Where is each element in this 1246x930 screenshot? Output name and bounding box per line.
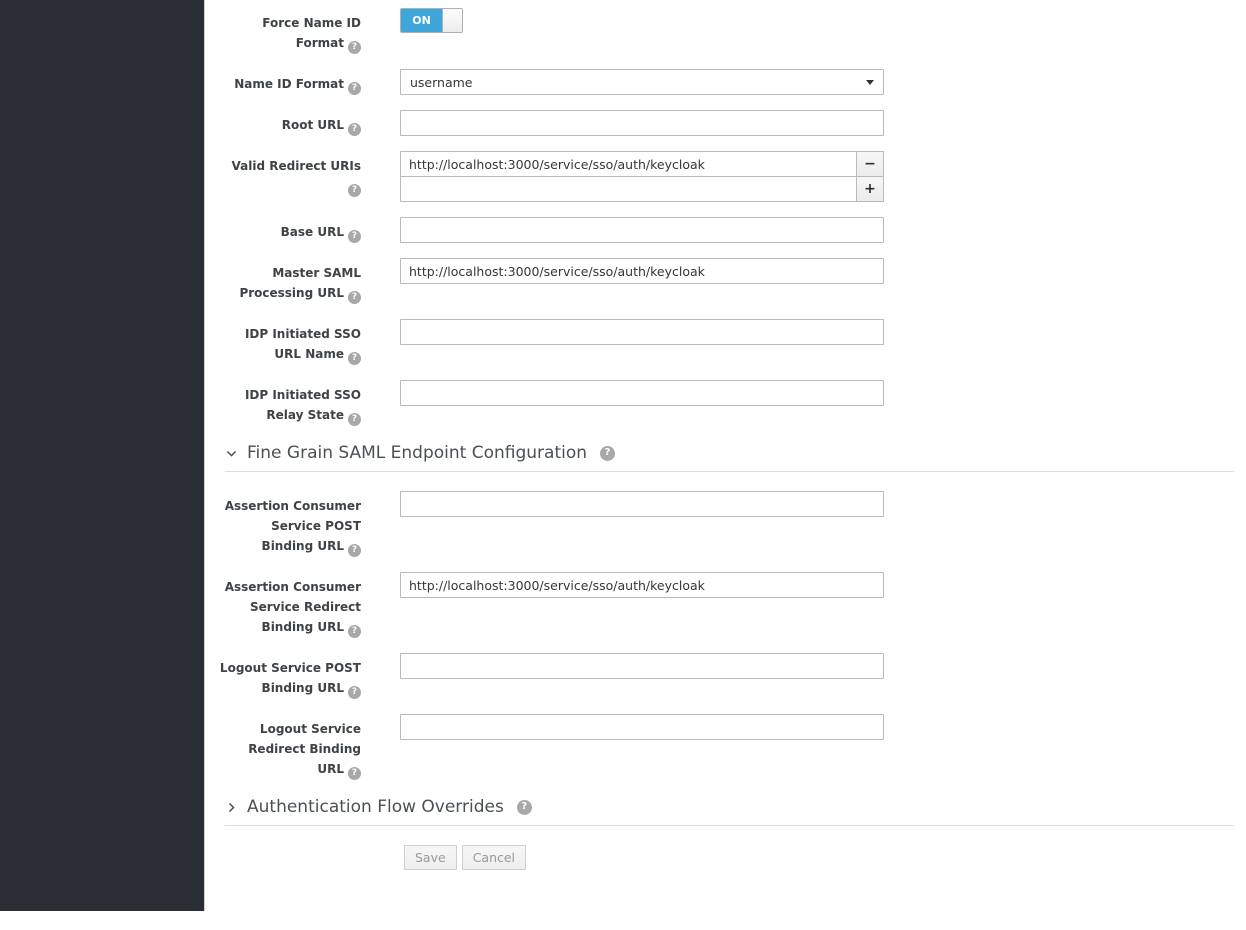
acs-post-binding-url-input[interactable]	[400, 491, 884, 517]
root-url-label: Root URL?	[219, 110, 361, 136]
section-title: Authentication Flow Overrides	[247, 795, 504, 819]
base-url-label: Base URL?	[219, 217, 361, 243]
toggle-handle	[442, 9, 462, 32]
minus-icon: −	[864, 156, 876, 172]
base-url-input[interactable]	[400, 217, 884, 243]
base-url-label-text: Base URL	[281, 225, 344, 239]
help-icon[interactable]: ?	[348, 686, 361, 699]
form-row-force-name-id-format: Force Name ID Format? ON	[219, 8, 1246, 54]
master-saml-processing-url-input[interactable]	[400, 258, 884, 284]
logout-redirect-binding-url-label-text: Logout Service Redirect Binding URL	[248, 722, 361, 776]
form-row-root-url: Root URL?	[219, 110, 1246, 136]
redirect-uri-row: +	[400, 176, 884, 202]
idp-sso-relay-state-label: IDP Initiated SSO Relay State?	[219, 380, 361, 426]
help-icon[interactable]: ?	[348, 41, 361, 54]
save-button[interactable]: Save	[404, 845, 457, 870]
idp-sso-relay-state-label-text: IDP Initiated SSO Relay State	[245, 388, 361, 422]
section-divider	[225, 825, 1234, 826]
redirect-uri-row: −	[400, 151, 884, 177]
section-header-fine-grain-saml[interactable]: Fine Grain SAML Endpoint Configuration ?	[225, 441, 1234, 465]
root-url-label-text: Root URL	[282, 118, 344, 132]
acs-redirect-binding-url-label: Assertion Consumer Service Redirect Bind…	[219, 572, 361, 638]
caret-down-icon	[866, 80, 874, 85]
form-row-acs-post-binding-url: Assertion Consumer Service POST Binding …	[219, 491, 1246, 557]
redirect-uri-input-1[interactable]	[400, 176, 857, 202]
help-icon[interactable]: ?	[348, 625, 361, 638]
form-row-idp-sso-url-name: IDP Initiated SSO URL Name?	[219, 319, 1246, 365]
acs-post-binding-url-label-text: Assertion Consumer Service POST Binding …	[225, 499, 361, 553]
section-divider	[225, 471, 1234, 472]
logout-post-binding-url-label-text: Logout Service POST Binding URL	[220, 661, 361, 695]
form-row-valid-redirect-uris: Valid Redirect URIs? − +	[219, 151, 1246, 202]
logout-post-binding-url-input[interactable]	[400, 653, 884, 679]
logout-post-binding-url-label: Logout Service POST Binding URL?	[219, 653, 361, 699]
name-id-format-select[interactable]: username	[400, 69, 884, 95]
form-row-name-id-format: Name ID Format? username	[219, 69, 1246, 95]
idp-sso-url-name-input[interactable]	[400, 319, 884, 345]
help-icon[interactable]: ?	[600, 446, 615, 461]
help-icon[interactable]: ?	[517, 800, 532, 815]
form-row-logout-post-binding-url: Logout Service POST Binding URL?	[219, 653, 1246, 699]
help-icon[interactable]: ?	[348, 544, 361, 557]
toggle-on-label: ON	[401, 9, 442, 32]
force-name-id-format-label: Force Name ID Format?	[219, 8, 361, 54]
acs-redirect-binding-url-input[interactable]	[400, 572, 884, 598]
chevron-down-icon	[225, 447, 238, 460]
add-uri-button[interactable]: +	[856, 176, 884, 202]
idp-sso-url-name-label: IDP Initiated SSO URL Name?	[219, 319, 361, 365]
section-title: Fine Grain SAML Endpoint Configuration	[247, 441, 587, 465]
form-row-logout-redirect-binding-url: Logout Service Redirect Binding URL?	[219, 714, 1246, 780]
section-header-auth-flow-overrides[interactable]: Authentication Flow Overrides ?	[225, 795, 1234, 819]
idp-sso-relay-state-input[interactable]	[400, 380, 884, 406]
form-row-base-url: Base URL?	[219, 217, 1246, 243]
client-settings-form: Force Name ID Format? ON Name ID Format?…	[206, 0, 1246, 930]
valid-redirect-uris-label-text: Valid Redirect URIs	[232, 159, 361, 173]
help-icon[interactable]: ?	[348, 767, 361, 780]
cancel-button[interactable]: Cancel	[462, 845, 526, 870]
form-row-master-saml-processing-url: Master SAML Processing URL?	[219, 258, 1246, 304]
logout-redirect-binding-url-label: Logout Service Redirect Binding URL?	[219, 714, 361, 780]
idp-sso-url-name-label-text: IDP Initiated SSO URL Name	[245, 327, 361, 361]
help-icon[interactable]: ?	[348, 184, 361, 197]
form-actions: Save Cancel	[404, 845, 1246, 870]
name-id-format-label: Name ID Format?	[219, 69, 361, 95]
force-name-id-format-label-text: Force Name ID Format	[262, 16, 361, 50]
valid-redirect-uris-label: Valid Redirect URIs?	[219, 151, 361, 197]
force-name-id-format-toggle[interactable]: ON	[400, 8, 463, 33]
form-row-idp-sso-relay-state: IDP Initiated SSO Relay State?	[219, 380, 1246, 426]
help-icon[interactable]: ?	[348, 352, 361, 365]
help-icon[interactable]: ?	[348, 123, 361, 136]
master-saml-processing-url-label: Master SAML Processing URL?	[219, 258, 361, 304]
remove-uri-button[interactable]: −	[856, 151, 884, 177]
form-row-acs-redirect-binding-url: Assertion Consumer Service Redirect Bind…	[219, 572, 1246, 638]
nav-sidebar	[0, 0, 205, 911]
plus-icon: +	[864, 181, 876, 197]
name-id-format-label-text: Name ID Format	[234, 77, 344, 91]
master-saml-processing-url-label-text: Master SAML Processing URL	[239, 266, 361, 300]
chevron-right-icon	[225, 801, 238, 814]
acs-redirect-binding-url-label-text: Assertion Consumer Service Redirect Bind…	[225, 580, 361, 634]
help-icon[interactable]: ?	[348, 230, 361, 243]
help-icon[interactable]: ?	[348, 82, 361, 95]
help-icon[interactable]: ?	[348, 413, 361, 426]
acs-post-binding-url-label: Assertion Consumer Service POST Binding …	[219, 491, 361, 557]
logout-redirect-binding-url-input[interactable]	[400, 714, 884, 740]
help-icon[interactable]: ?	[348, 291, 361, 304]
redirect-uri-input-0[interactable]	[400, 151, 857, 177]
root-url-input[interactable]	[400, 110, 884, 136]
select-value: username	[410, 75, 473, 90]
